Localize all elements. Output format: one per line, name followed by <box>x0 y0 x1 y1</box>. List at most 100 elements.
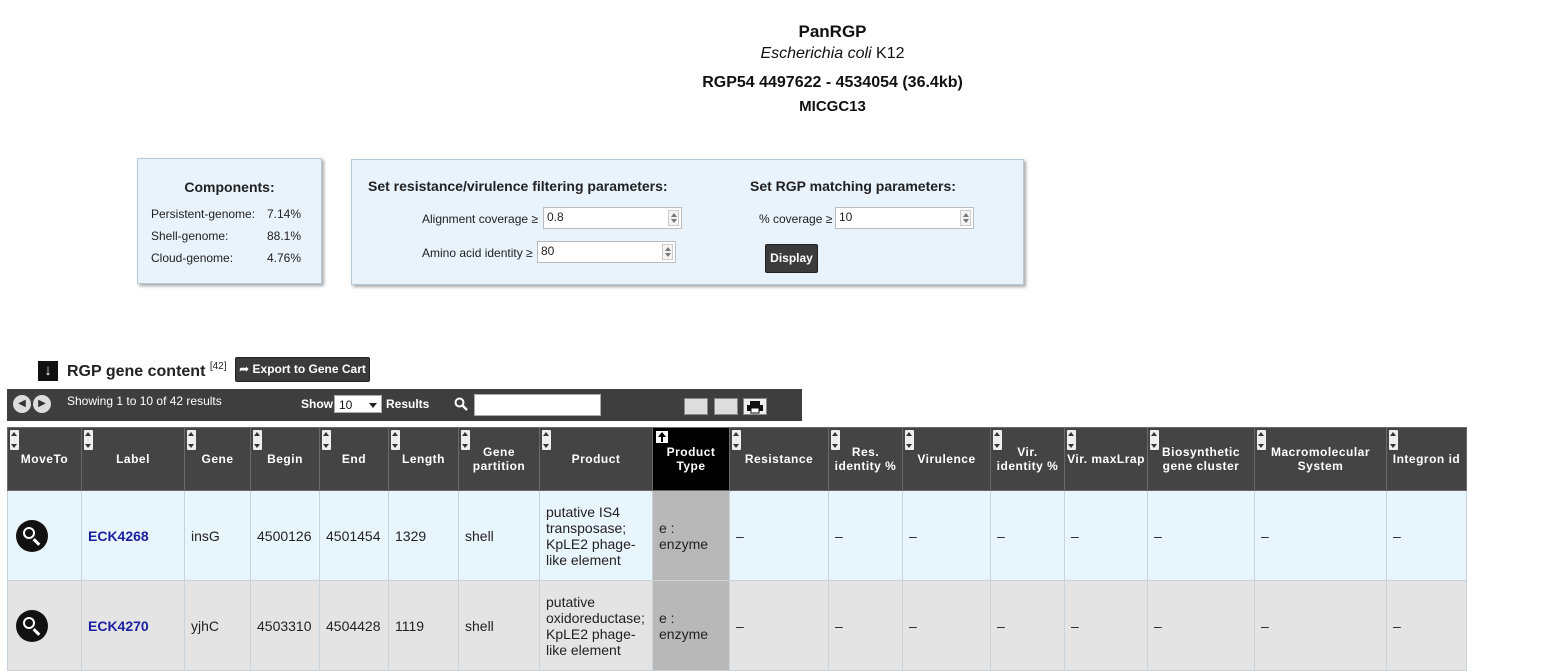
sort-icon[interactable] <box>542 430 551 450</box>
search-icon <box>454 397 468 411</box>
component-value: 7.14% <box>267 207 302 221</box>
col-moveto[interactable]: MoveTo <box>7 427 82 491</box>
sort-icon[interactable] <box>391 430 400 450</box>
rgp-params-title: Set RGP matching parameters: <box>750 178 956 194</box>
sort-icon[interactable] <box>253 430 262 450</box>
col-product-type[interactable]: Product Type <box>652 427 730 491</box>
vir-maxlrap-cell: – <box>1064 580 1148 671</box>
col-begin[interactable]: Begin <box>250 427 320 491</box>
components-panel: Components: Persistent-genome: 7.14% She… <box>137 158 322 284</box>
resvir-params-title: Set resistance/virulence filtering param… <box>368 178 668 194</box>
cluster-id: MICGC13 <box>799 98 866 115</box>
virulence-cell: – <box>902 580 991 671</box>
sort-icon[interactable] <box>84 430 93 450</box>
end-cell: 4501454 <box>319 490 389 581</box>
sort-icon[interactable] <box>1067 430 1076 450</box>
spinner-icon[interactable] <box>668 210 679 226</box>
search-input[interactable] <box>474 394 601 416</box>
export-to-gene-cart-button[interactable]: ➦ Export to Gene Cart <box>235 357 370 382</box>
coverage-input[interactable]: 10 <box>835 207 974 229</box>
gene-content-title: RGP gene content [42] <box>67 361 227 381</box>
col-integron-id[interactable]: Integron id <box>1386 427 1467 491</box>
results-info: Showing 1 to 10 of 42 results <box>67 394 222 408</box>
length-cell: 1119 <box>388 580 459 671</box>
zoom-icon[interactable] <box>16 519 48 552</box>
page-size-select[interactable]: 10 <box>334 395 382 413</box>
next-page-icon[interactable]: ▶ <box>33 395 51 413</box>
virulence-cell: – <box>902 490 991 581</box>
col-resistance[interactable]: Resistance <box>729 427 829 491</box>
spinner-icon[interactable] <box>960 210 971 226</box>
col-gene[interactable]: Gene <box>184 427 251 491</box>
sort-icon[interactable] <box>461 430 470 450</box>
sort-icon[interactable] <box>1389 430 1398 450</box>
sort-icon[interactable] <box>187 430 196 450</box>
amino-acid-identity-input[interactable]: 80 <box>537 241 676 263</box>
col-length[interactable]: Length <box>388 427 459 491</box>
product-type-cell: e : enzyme <box>652 490 730 581</box>
sort-icon[interactable] <box>10 430 19 450</box>
col-biosynthetic-gene-cluster[interactable]: Biosynthetic gene cluster <box>1147 427 1255 491</box>
gene-label-link[interactable]: ECK4270 <box>88 618 149 634</box>
component-label: Shell-genome: <box>151 229 229 243</box>
table-row: ECK4270 yjhC 4503310 4504428 1119 shell … <box>7 580 1467 671</box>
col-vir-identity[interactable]: Vir. identity % <box>990 427 1065 491</box>
vir-identity-cell: – <box>990 490 1065 581</box>
col-product[interactable]: Product <box>539 427 653 491</box>
coverage-value: 10 <box>839 210 853 224</box>
component-label: Cloud-genome: <box>151 251 234 265</box>
col-vir-maxlrap[interactable]: Vir. maxLrap <box>1064 427 1148 491</box>
components-title: Components: <box>184 179 275 195</box>
sort-icon[interactable] <box>993 430 1002 450</box>
collapse-arrow-icon[interactable]: ↓ <box>38 361 58 381</box>
col-gene-partition[interactable]: Gene partition <box>458 427 540 491</box>
gene-count: [42] <box>209 361 227 372</box>
sort-asc-icon[interactable] <box>656 431 668 443</box>
col-end[interactable]: End <box>319 427 389 491</box>
results-label: Results <box>386 397 430 411</box>
product-cell: putative oxidoreductase; KpLE2 phage-lik… <box>539 580 653 671</box>
component-value: 88.1% <box>267 229 302 243</box>
label-cell: ECK4268 <box>81 490 185 581</box>
col-res-identity[interactable]: Res. identity % <box>828 427 903 491</box>
display-button[interactable]: Display <box>765 244 818 273</box>
col-label[interactable]: Label <box>81 427 185 491</box>
table-toolbar: ◀ ▶ Showing 1 to 10 of 42 results Show 1… <box>7 389 802 421</box>
sort-icon[interactable] <box>1150 430 1159 450</box>
region-info: RGP54 4497622 - 4534054 (36.4kb) <box>702 74 963 91</box>
print-icon[interactable] <box>743 398 767 415</box>
macromolecular-cell: – <box>1254 490 1387 581</box>
res-identity-cell: – <box>828 580 903 671</box>
copy-icon[interactable] <box>684 398 708 415</box>
csv-icon[interactable] <box>714 398 738 415</box>
zoom-icon[interactable] <box>16 609 48 642</box>
col-virulence[interactable]: Virulence <box>902 427 991 491</box>
component-label: Persistent-genome: <box>151 207 256 221</box>
printer-glyph <box>747 401 763 414</box>
vir-maxlrap-cell: – <box>1064 490 1148 581</box>
sort-icon[interactable] <box>322 430 331 450</box>
bgc-cell: – <box>1147 580 1255 671</box>
moveto-cell <box>7 580 82 671</box>
show-label: Show <box>301 397 333 411</box>
sort-icon[interactable] <box>905 430 914 450</box>
gene-table: MoveTo Label Gene Begin End Length Gene … <box>7 427 1467 671</box>
organism-strain: K12 <box>871 45 905 62</box>
sort-icon[interactable] <box>732 430 741 450</box>
gene-label-link[interactable]: ECK4268 <box>88 528 149 544</box>
sort-icon[interactable] <box>831 430 840 450</box>
prev-page-icon[interactable]: ◀ <box>13 395 31 413</box>
component-row-cloud: Cloud-genome: 4.76% <box>151 251 301 265</box>
page-title: PanRGP <box>798 22 867 41</box>
begin-cell: 4500126 <box>250 490 320 581</box>
integron-cell: – <box>1386 490 1467 581</box>
spinner-icon[interactable] <box>662 244 673 260</box>
begin-cell: 4503310 <box>250 580 320 671</box>
product-type-cell: e : enzyme <box>652 580 730 671</box>
gene-cell: insG <box>184 490 251 581</box>
alignment-coverage-input[interactable]: 0.8 <box>543 207 682 229</box>
col-macromolecular-system[interactable]: Macromolecular System <box>1254 427 1387 491</box>
amino-acid-identity-label: Amino acid identity ≥ <box>422 246 533 260</box>
vir-identity-cell: – <box>990 580 1065 671</box>
sort-icon[interactable] <box>1257 430 1266 450</box>
